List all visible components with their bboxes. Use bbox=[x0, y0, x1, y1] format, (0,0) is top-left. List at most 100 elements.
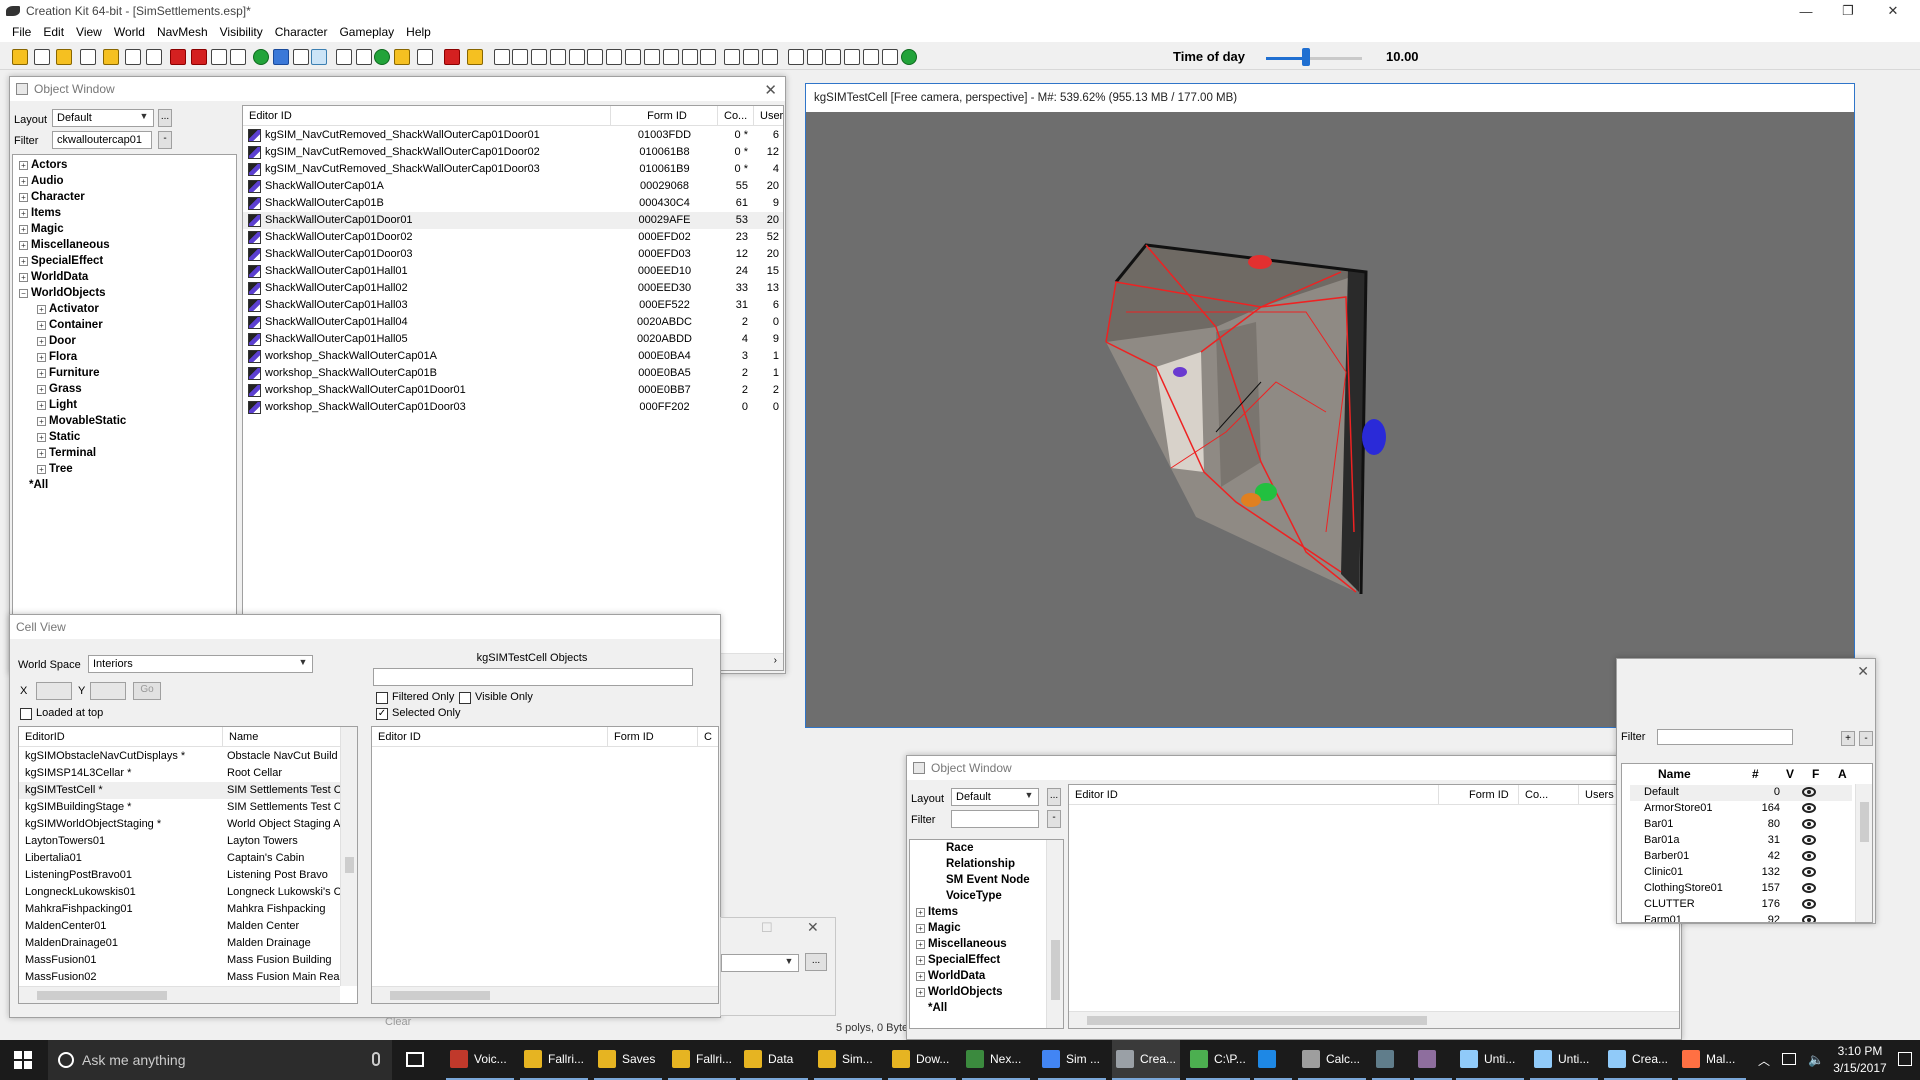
render-window[interactable]: kgSIMTestCell [Free camera, perspective]… bbox=[805, 83, 1855, 728]
box-icon-3[interactable] bbox=[587, 49, 603, 65]
object-row[interactable]: ShackWallOuterCap01Hall02 000EED30 33 13 bbox=[243, 280, 783, 297]
visibility-eye-icon[interactable] bbox=[1802, 819, 1816, 829]
clock-time[interactable]: 3:10 PM bbox=[1830, 1044, 1890, 1058]
preferences-icon[interactable] bbox=[80, 49, 96, 65]
taskbar-app[interactable]: Voic... bbox=[446, 1040, 514, 1080]
filter-clear-button-2[interactable]: - bbox=[1047, 810, 1061, 828]
menu-edit[interactable]: Edit bbox=[37, 25, 70, 39]
cell-row[interactable]: MahkraFishpacking01 Mahkra Fishpacking bbox=[19, 901, 357, 918]
cube-icon-3[interactable] bbox=[743, 49, 759, 65]
tree-item[interactable]: Relationship bbox=[916, 856, 1063, 872]
object-category-tree[interactable]: + Actors + Audio + Character + Items + Magic + Misc… bbox=[12, 154, 237, 664]
task-view-icon[interactable] bbox=[406, 1052, 424, 1067]
y-input[interactable] bbox=[90, 682, 126, 700]
visibility-eye-icon[interactable] bbox=[1802, 835, 1816, 845]
box-icon-4[interactable] bbox=[606, 49, 622, 65]
network-icon[interactable] bbox=[1782, 1053, 1796, 1065]
object-row[interactable]: ShackWallOuterCap01Hall01 000EED10 24 15 bbox=[243, 263, 783, 280]
cell-row[interactable]: MaldenCenter01 Malden Center bbox=[19, 918, 357, 935]
brush-icon[interactable] bbox=[724, 49, 740, 65]
filter-clear-button[interactable]: - bbox=[158, 131, 172, 149]
col-editor-id[interactable]: Editor ID bbox=[243, 106, 611, 126]
layer-row[interactable]: Default 0 bbox=[1630, 785, 1852, 801]
expand-icon[interactable]: + bbox=[19, 208, 28, 218]
tree-child-item[interactable]: + Container bbox=[19, 317, 236, 333]
cell-row[interactable]: LaytonTowers01 Layton Towers bbox=[19, 833, 357, 850]
box-icon-7[interactable] bbox=[663, 49, 679, 65]
tree-child-item[interactable]: + Door bbox=[19, 333, 236, 349]
layer-row[interactable]: ClothingStore01 157 bbox=[1630, 881, 1852, 897]
col-form-id-2[interactable]: Form ID bbox=[1439, 785, 1519, 805]
o-icon[interactable] bbox=[825, 49, 841, 65]
menu-view[interactable]: View bbox=[70, 25, 108, 39]
taskbar-app[interactable]: C:\P... bbox=[1186, 1040, 1250, 1080]
col-cell-form-id[interactable]: Form ID bbox=[608, 727, 698, 747]
cell-objects-list[interactable]: Editor ID Form ID C bbox=[371, 726, 719, 1004]
layout-more-button-2[interactable]: ... bbox=[1047, 788, 1061, 806]
menu-world[interactable]: World bbox=[108, 25, 151, 39]
visibility-eye-icon[interactable] bbox=[1802, 899, 1816, 909]
viewport-3d[interactable] bbox=[806, 112, 1856, 729]
light-icon[interactable] bbox=[336, 49, 352, 65]
expand-icon[interactable]: + bbox=[37, 336, 46, 346]
selected-only-checkbox[interactable]: ✓ bbox=[376, 708, 388, 720]
expand-icon[interactable]: + bbox=[916, 987, 925, 997]
circle-icon[interactable] bbox=[531, 49, 547, 65]
cell-row[interactable]: Libertalia01 Captain's Cabin bbox=[19, 850, 357, 867]
tree-item[interactable]: + WorldData bbox=[916, 968, 1063, 984]
taskbar-app[interactable]: Dow... bbox=[888, 1040, 956, 1080]
tree-item[interactable]: + Items bbox=[916, 904, 1063, 920]
box-icon-8[interactable] bbox=[682, 49, 698, 65]
taskbar-app[interactable]: Mal... bbox=[1678, 1040, 1746, 1080]
expand-icon[interactable]: + bbox=[19, 256, 28, 266]
menu-navmesh[interactable]: NavMesh bbox=[151, 25, 214, 39]
menu-file[interactable]: File bbox=[6, 25, 37, 39]
cube-icon-4[interactable] bbox=[762, 49, 778, 65]
taskbar-app[interactable]: Crea... bbox=[1112, 1040, 1180, 1080]
layer-row[interactable]: Clinic01 132 bbox=[1630, 865, 1852, 881]
object-row[interactable]: workshop_ShackWallOuterCap01A 000E0BA4 3 1 bbox=[243, 348, 783, 365]
object-list-2[interactable]: Editor ID Form ID Co... Users bbox=[1068, 784, 1680, 1029]
cell-list-vscroll[interactable] bbox=[340, 727, 357, 986]
expand-icon[interactable]: + bbox=[37, 384, 46, 394]
col-layer-visible[interactable]: V bbox=[1786, 767, 1794, 781]
expand-icon[interactable]: + bbox=[19, 176, 28, 186]
expand-icon[interactable]: + bbox=[37, 400, 46, 410]
tree-item[interactable]: + Magic bbox=[916, 920, 1063, 936]
copy-icon[interactable] bbox=[807, 49, 823, 65]
tree-item[interactable]: − WorldObjects bbox=[19, 285, 236, 301]
layers-vscroll-thumb[interactable] bbox=[1860, 802, 1869, 842]
clear-button[interactable]: Clear bbox=[385, 1016, 411, 1028]
box-icon-9[interactable] bbox=[700, 49, 716, 65]
microphone-icon[interactable] bbox=[372, 1052, 380, 1066]
globe-icon[interactable] bbox=[882, 49, 898, 65]
chevron-right-icon[interactable]: › bbox=[774, 655, 777, 666]
expand-icon[interactable]: + bbox=[19, 240, 28, 250]
tree-item[interactable]: + Miscellaneous bbox=[19, 237, 236, 253]
taskbar-app[interactable]: Unti... bbox=[1456, 1040, 1524, 1080]
cell-row[interactable]: MassFusion02 Mass Fusion Main React bbox=[19, 969, 357, 986]
marker-icon[interactable] bbox=[170, 49, 186, 65]
percent-icon[interactable] bbox=[230, 49, 246, 65]
cell-objects-filter[interactable] bbox=[373, 668, 693, 686]
object-list-2-hscroll[interactable] bbox=[1069, 1011, 1679, 1028]
layer-row[interactable]: Bar01a 31 bbox=[1630, 833, 1852, 849]
menu-visibility[interactable]: Visibility bbox=[214, 25, 269, 39]
tree-item[interactable]: + WorldData bbox=[19, 269, 236, 285]
tree-item[interactable]: + Character bbox=[19, 189, 236, 205]
col-layer-name[interactable]: Name bbox=[1658, 767, 1691, 781]
expand-icon[interactable]: + bbox=[916, 971, 925, 981]
notifications-icon[interactable] bbox=[1898, 1052, 1912, 1066]
visibility-eye-icon[interactable] bbox=[1802, 803, 1816, 813]
visible-only-checkbox[interactable] bbox=[459, 692, 471, 704]
tree-item[interactable]: *All bbox=[916, 1000, 1063, 1016]
cell-list-hscroll-thumb[interactable] bbox=[37, 991, 167, 1000]
w-icon[interactable] bbox=[844, 49, 860, 65]
layer-row[interactable]: CLUTTER 176 bbox=[1630, 897, 1852, 913]
data-files-icon[interactable] bbox=[56, 49, 72, 65]
object-row[interactable]: kgSIM_NavCutRemoved_ShackWallOuterCap01D… bbox=[243, 127, 783, 144]
tree-icon[interactable] bbox=[374, 49, 390, 65]
tree-item[interactable]: + SpecialEffect bbox=[916, 952, 1063, 968]
object-row[interactable]: ShackWallOuterCap01Door01 00029AFE 53 20 bbox=[243, 212, 783, 229]
col-users[interactable]: User bbox=[754, 106, 783, 126]
